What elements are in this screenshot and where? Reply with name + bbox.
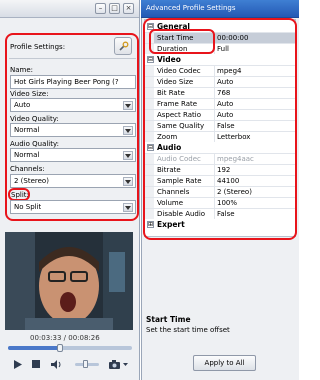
minimize-button[interactable]: – [95, 3, 106, 14]
play-button[interactable] [12, 358, 24, 370]
volume-button[interactable] [50, 358, 62, 370]
profile-settings-label: Profile Settings: [10, 43, 66, 51]
play-icon [14, 359, 22, 369]
camera-icon [108, 359, 120, 369]
speaker-icon [50, 359, 60, 369]
video-quality-label: Video Quality: [10, 115, 59, 123]
video-size-select[interactable]: Auto [10, 98, 136, 112]
general-rows-highlight [149, 29, 215, 54]
time-display: 00:03:33 / 00:08:26 [30, 334, 100, 342]
close-button[interactable]: × [123, 3, 134, 14]
audio-quality-label: Audio Quality: [10, 140, 59, 148]
audio-quality-value: Normal [14, 151, 40, 159]
description-text: Set the start time offset [146, 326, 230, 334]
stop-icon [32, 360, 40, 368]
chevron-down-icon[interactable] [123, 203, 133, 212]
video-size-label: Video Size: [10, 90, 49, 98]
snapshot-button[interactable] [108, 358, 120, 370]
channels-select[interactable]: 2 (Stereo) [10, 174, 136, 188]
maximize-button[interactable]: □ [109, 3, 120, 14]
chevron-down-icon[interactable] [123, 101, 133, 110]
chevron-down-icon[interactable] [123, 151, 133, 160]
wrench-icon [118, 41, 128, 51]
video-preview [5, 232, 133, 330]
name-field[interactable]: Hot Girls Playing Beer Pong (? [10, 75, 136, 89]
advanced-settings-title: Advanced Profile Settings [146, 4, 236, 12]
snapshot-options-button[interactable] [121, 358, 129, 370]
video-frame-image [5, 232, 133, 330]
split-label: Split: [11, 191, 29, 199]
settings-divider [9, 58, 136, 59]
description-title: Start Time [146, 315, 191, 324]
seek-bar-fill [8, 346, 61, 350]
video-size-value: Auto [14, 101, 31, 109]
chevron-down-icon [122, 362, 128, 366]
split-value: No Split [14, 203, 42, 211]
name-label: Name: [10, 66, 34, 74]
channels-value: 2 (Stereo) [14, 177, 49, 185]
stop-button[interactable] [30, 358, 42, 370]
volume-thumb[interactable] [83, 360, 88, 368]
channels-label: Channels: [10, 165, 45, 173]
name-field-value: Hot Girls Playing Beer Pong (? [14, 78, 119, 86]
chevron-down-icon[interactable] [123, 126, 133, 135]
video-quality-select[interactable]: Normal [10, 123, 136, 137]
audio-quality-select[interactable]: Normal [10, 148, 136, 162]
profile-tools-button[interactable] [114, 37, 132, 55]
apply-to-all-button[interactable]: Apply to All [193, 355, 256, 371]
split-select[interactable]: No Split [10, 200, 136, 214]
seek-thumb[interactable] [57, 344, 64, 352]
chevron-down-icon[interactable] [123, 177, 133, 186]
video-quality-value: Normal [14, 126, 40, 134]
